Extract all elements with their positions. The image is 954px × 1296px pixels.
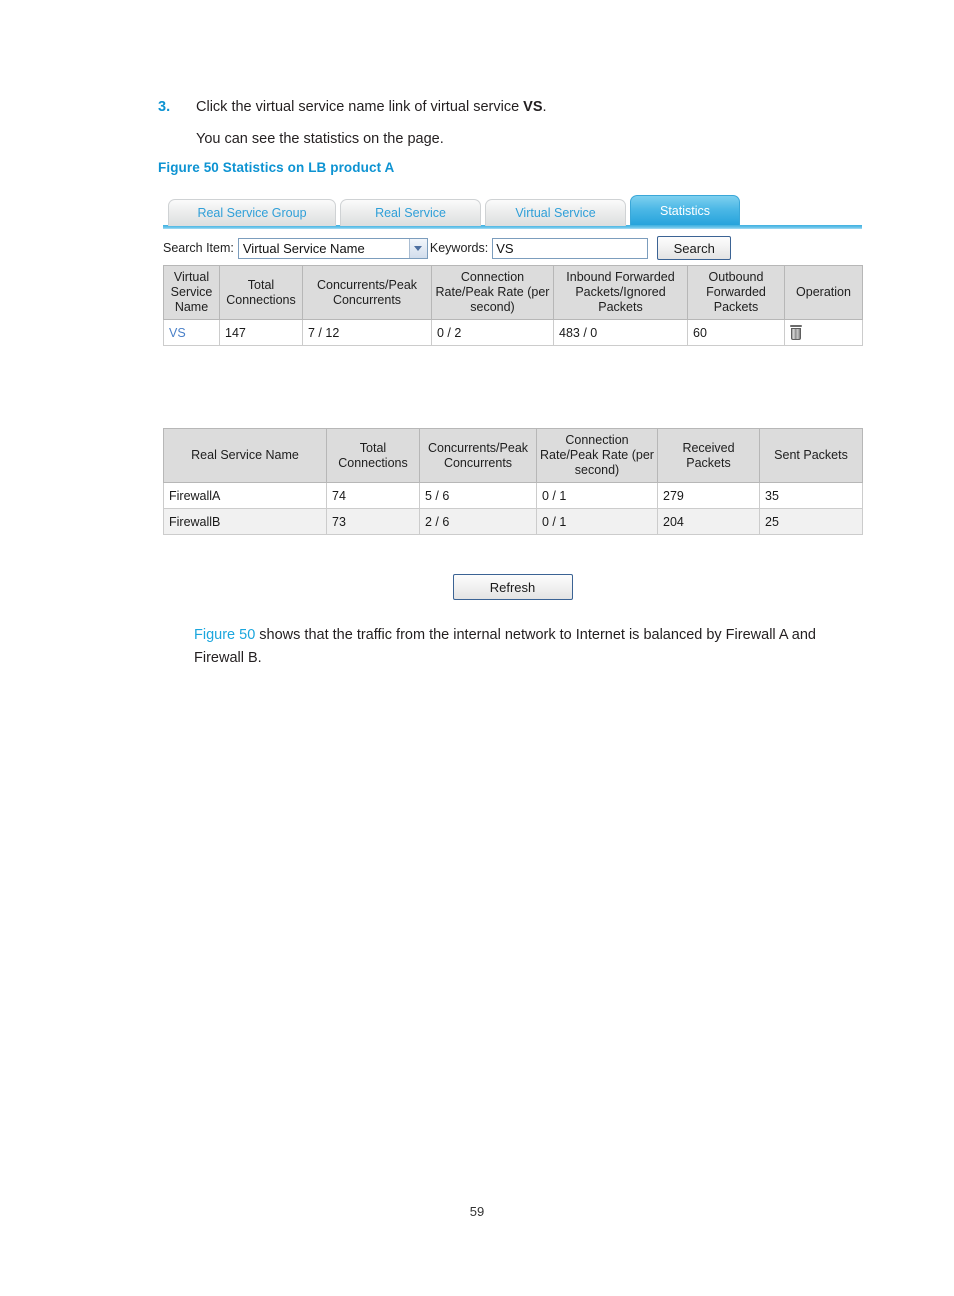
cell-received-packets: 279 [657,482,760,509]
cell-connection-rate-peak: 0 / 1 [536,482,658,509]
step-number: 3. [158,99,171,115]
keywords-input[interactable] [492,237,649,259]
tab-statistics[interactable]: Statistics [630,195,740,225]
col-connection-rate-peak: Connection Rate/Peak Rate (per second) [431,265,554,320]
cell-outbound-forwarded: 60 [687,319,785,346]
cell-concurrents-peak: 7 / 12 [302,319,432,346]
page-number: 59 [469,1204,485,1219]
real-service-statistics-table: Real Service Name Total Connections Conc… [163,428,863,535]
table-header-row: Real Service Name Total Connections Conc… [163,428,863,483]
cell-received-packets: 204 [657,508,760,535]
col-concurrents-peak: Concurrents/Peak Concurrents [302,265,432,320]
search-button[interactable]: Search [657,236,732,260]
cell-real-service-name: FirewallB [163,508,327,535]
table-row: FirewallB 73 2 / 6 0 / 1 204 25 [163,508,863,535]
cell-sent-packets: 25 [759,508,863,535]
search-item-select[interactable]: Virtual Service Name [237,237,428,259]
col-real-service-name: Real Service Name [163,428,327,483]
cell-total-connections: 74 [326,482,420,509]
cell-total-connections: 147 [219,319,303,346]
step-text: Click the virtual service name link of v… [196,96,547,118]
cell-sent-packets: 35 [759,482,863,509]
col-sent-packets: Sent Packets [759,428,863,483]
col-concurrents-peak: Concurrents/Peak Concurrents [419,428,537,483]
col-inbound-forwarded: Inbound Forwarded Packets/Ignored Packet… [553,265,688,320]
step-text-before: Click the virtual service name link of v… [196,99,524,115]
virtual-service-statistics-table: Virtual Service Name Total Connections C… [163,265,863,346]
search-item-select-value: Virtual Service Name [242,240,365,256]
figure-caption: Figure 50 Statistics on LB product A [158,160,395,175]
cell-concurrents-peak: 5 / 6 [419,482,537,509]
tab-bar: Real Service Group Real Service Virtual … [163,191,863,226]
col-total-connections: Total Connections [219,265,303,320]
step-text-bold: VS [523,99,543,115]
cell-total-connections: 73 [326,508,420,535]
virtual-service-name-link[interactable]: VS [169,326,186,340]
figure-cross-reference-link[interactable]: Figure 50 [194,627,255,643]
post-figure-paragraph-text: shows that the traffic from the internal… [194,627,816,666]
chevron-down-icon[interactable] [408,238,427,258]
step-line: 3. Click the virtual service name link o… [158,96,868,118]
delete-icon[interactable] [790,325,802,341]
cell-connection-rate-peak: 0 / 1 [536,508,658,535]
col-operation: Operation [784,265,863,320]
tab-real-service-group[interactable]: Real Service Group [168,199,336,226]
refresh-button[interactable]: Refresh [452,574,573,600]
post-figure-paragraph: Figure 50 shows that the traffic from th… [194,624,866,670]
search-row: Search Item: Virtual Service Name Keywor… [163,233,863,263]
col-outbound-forwarded: Outbound Forwarded Packets [687,265,785,320]
col-connection-rate-peak: Connection Rate/Peak Rate (per second) [536,428,658,483]
refresh-button-container: Refresh [163,574,862,600]
search-item-label: Search Item: [163,241,234,255]
cell-concurrents-peak: 2 / 6 [419,508,537,535]
tab-virtual-service[interactable]: Virtual Service [485,199,626,226]
step-subtext: You can see the statistics on the page. [196,131,444,147]
app-screenshot: Real Service Group Real Service Virtual … [163,191,863,263]
tab-real-service[interactable]: Real Service [340,199,481,226]
keywords-label: Keywords: [429,241,489,255]
col-received-packets: Received Packets [657,428,760,483]
table-row: FirewallA 74 5 / 6 0 / 1 279 35 [163,482,863,509]
step-text-after: . [542,99,547,115]
cell-virtual-service-name: VS [163,319,220,346]
cell-real-service-name: FirewallA [163,482,327,509]
cell-inbound-forwarded: 483 / 0 [553,319,688,346]
col-total-connections: Total Connections [326,428,420,483]
table-header-row: Virtual Service Name Total Connections C… [163,265,863,320]
col-virtual-service-name: Virtual Service Name [163,265,220,320]
cell-connection-rate-peak: 0 / 2 [431,319,554,346]
table-row: VS 147 7 / 12 0 / 2 483 / 0 60 [163,319,863,346]
cell-operation [784,319,863,346]
step-block: 3. Click the virtual service name link o… [158,96,868,150]
